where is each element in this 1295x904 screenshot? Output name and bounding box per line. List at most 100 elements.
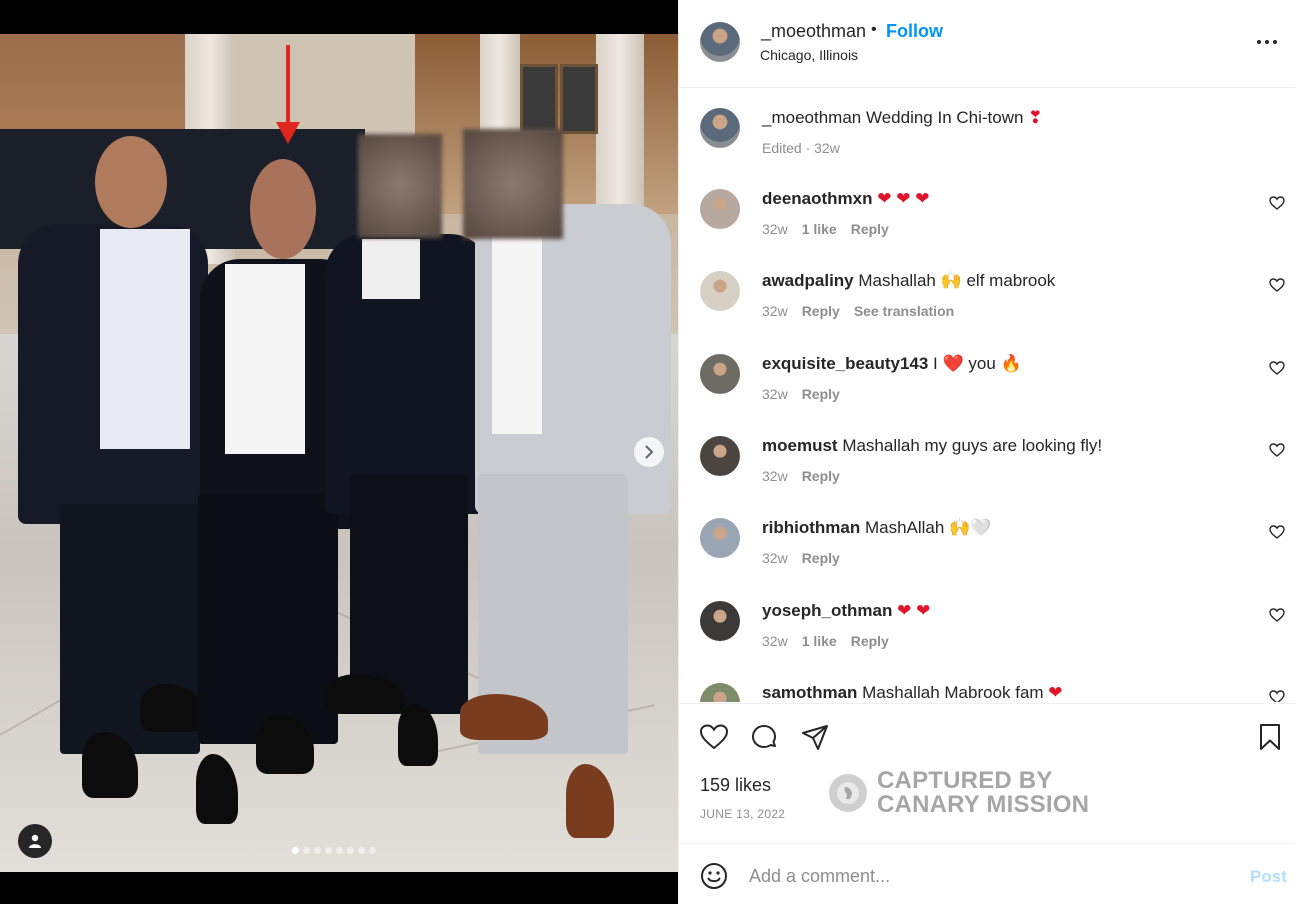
commenter-avatar[interactable] [700,353,740,394]
comment-like-icon[interactable] [1269,277,1285,293]
comment-meta: 32w 1 like Reply [762,221,903,237]
comment-age: 32w [762,303,788,320]
tagged-users-button[interactable] [18,824,52,858]
post-location[interactable]: Chicago, Illinois [760,47,858,63]
carousel-dot [347,847,354,854]
comment-like-icon[interactable] [1269,524,1285,540]
caption-text: _moeothman Wedding In Chi-town ❣ [762,108,1042,128]
red-heart-icon: ❤ [897,600,912,620]
comment-text: yoseph_othman ❤ ❤ [762,601,930,621]
comment-like-icon[interactable] [1269,689,1285,702]
comment-body: I ❤️ you 🔥 [933,353,1022,373]
author-username[interactable]: _moeothman [761,21,866,42]
post-actions: 159 likes JUNE 13, 2022 CAPTURED BY CANA… [679,703,1295,843]
caption-username[interactable]: _moeothman [762,108,861,127]
add-comment-bar: Post [679,843,1295,904]
commenter-avatar[interactable] [700,271,740,312]
red-heart-icon: ❤ [891,189,911,208]
person-4-blurred-face [463,129,563,239]
user-icon [29,834,41,848]
comment-age: 32w [762,385,788,402]
follow-button[interactable]: Follow [886,21,943,42]
header-separator: • [871,21,877,38]
red-heart-icon: ❤ [877,189,892,208]
comment-icon[interactable] [749,722,779,752]
commenter-avatar[interactable] [700,189,740,229]
canary-logo-icon [829,774,867,812]
comment-age: 32w [762,221,788,237]
person-1-shirt [100,229,190,449]
red-heart-icon: ❤ [1043,682,1063,702]
comment-username[interactable]: yoseph_othman [762,601,892,620]
share-icon[interactable] [800,722,830,752]
caption-meta: Edited · 32w [762,140,840,156]
red-arrow-head [276,122,300,144]
carousel-dot [336,847,343,854]
comments-list[interactable]: _moeothman Wedding In Chi-town ❣ Edited … [679,88,1295,702]
comment-like-count[interactable]: 1 like [802,221,837,237]
comment-text: samothman Mashallah Mabrook fam ❤ [762,683,1063,702]
comment-body: Mashallah Mabrook fam [862,682,1044,702]
author-avatar[interactable] [700,22,740,62]
watermark-line-2: CANARY MISSION [877,791,1090,818]
photo-window [560,64,598,134]
comment-body: Mashallah my guys are looking fly! [842,435,1103,455]
post-photo[interactable] [0,34,678,872]
watermark: CAPTURED BY CANARY MISSION [829,769,1089,817]
comment-like-count[interactable]: 1 like [802,633,837,649]
comment-meta: 32w 1 like Reply [762,633,903,649]
comment-text: awadpaliny Mashallah 🙌 elf mabrook [762,271,1055,291]
commenter-avatar[interactable] [700,435,740,476]
comment-body: MashAllah 🙌🤍 [864,518,992,538]
carousel-next-button[interactable] [634,437,664,467]
caption-avatar[interactable] [700,108,740,148]
reply-button[interactable]: Reply [851,221,889,237]
watermark-line-1: CAPTURED BY [877,767,1053,794]
comment-text: exquisite_beauty143 I ❤️ you 🔥 [762,354,1022,374]
person-2-pants [198,494,338,744]
comment-username[interactable]: samothman [762,683,857,702]
comment-username[interactable]: exquisite_beauty143 [762,354,928,373]
like-count[interactable]: 159 likes [700,775,771,796]
person-4-shirt [492,234,542,434]
see-translation-button[interactable]: See translation [854,303,954,319]
save-bookmark-icon[interactable] [1255,722,1285,752]
comment-text: deenaothmxn ❤ ❤ ❤ [762,189,929,209]
comment-text: moemust Mashallah my guys are looking fl… [762,436,1102,456]
comment-age: 32w [762,467,788,484]
comment-input[interactable] [749,862,1229,890]
carousel-dot [369,847,376,854]
post-detail-panel: _moeothman • Follow Chicago, Illinois _m… [678,0,1295,904]
comment-username[interactable]: deenaothmxn [762,189,873,208]
comment-age: 32w [762,550,788,567]
reply-button[interactable]: Reply [802,468,840,484]
comment-like-icon[interactable] [1269,360,1285,376]
reply-button[interactable]: Reply [802,550,840,566]
commenter-avatar[interactable] [700,518,740,559]
comment-text: ribhiothman MashAllah 🙌🤍 [762,518,991,538]
comment-like-icon[interactable] [1269,195,1285,211]
commenter-avatar[interactable] [700,600,740,641]
person-3-blurred-face [358,134,442,238]
comment-meta: 32w Reply [762,550,854,566]
comment-like-icon[interactable] [1269,607,1285,623]
reply-button[interactable]: Reply [802,303,840,319]
person-2-shirt [225,264,305,454]
red-arrow-shaft [286,45,290,127]
emoji-icon[interactable] [700,862,728,890]
caption-body: Wedding In Chi-town [865,108,1024,127]
comment-username[interactable]: moemust [762,436,838,455]
like-icon[interactable] [699,722,729,752]
carousel-dot [292,847,299,854]
comment-username[interactable]: awadpaliny [762,271,854,290]
reply-button[interactable]: Reply [851,633,889,649]
more-options-icon[interactable] [1255,30,1279,54]
reply-button[interactable]: Reply [802,386,840,402]
comment-like-icon[interactable] [1269,442,1285,458]
comment-username[interactable]: ribhiothman [762,518,860,537]
chevron-right-icon [645,445,654,459]
person-2-head [250,159,316,259]
post-comment-button[interactable]: Post [1250,867,1287,887]
commenter-avatar[interactable] [700,682,740,702]
comment-meta: 32w Reply See translation [762,303,968,319]
